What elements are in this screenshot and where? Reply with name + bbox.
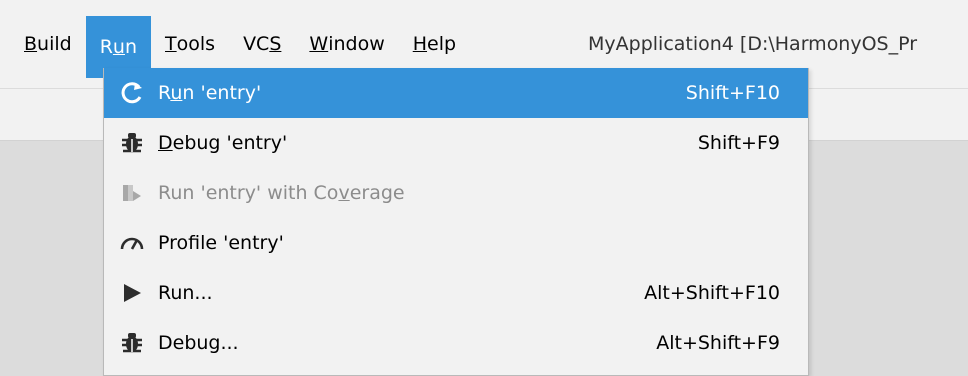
menu-run-pre: R xyxy=(99,36,113,58)
menu-item-profile-entry[interactable]: Profile 'entry' xyxy=(104,218,808,268)
menu-build[interactable]: Build xyxy=(10,14,86,74)
label-part: n 'entry' xyxy=(182,82,262,104)
menu-item-run-entry[interactable]: Run 'entry' Shift+F10 xyxy=(104,68,808,118)
menu-item-shortcut: Alt+Shift+F9 xyxy=(656,332,780,354)
bug-icon xyxy=(118,329,146,357)
menu-run-mnemonic: u xyxy=(112,36,125,58)
play-icon xyxy=(118,279,146,307)
menu-item-shortcut: Shift+F10 xyxy=(685,82,780,104)
label-part: ebug 'entry' xyxy=(172,132,288,154)
menu-item-label: Profile 'entry' xyxy=(158,232,284,254)
mnemonic-char: u xyxy=(170,82,183,104)
menu-item-shortcut: Alt+Shift+F10 xyxy=(644,282,780,304)
menu-vcs-pre: VC xyxy=(243,33,270,55)
menu-build-rest: uild xyxy=(37,33,72,55)
menu-item-label: Run 'entry' xyxy=(158,82,686,104)
menu-vcs-mnemonic: S xyxy=(269,33,282,55)
menu-window-rest: indow xyxy=(328,33,385,55)
coverage-icon xyxy=(118,179,146,207)
menu-vcs[interactable]: VC S xyxy=(229,14,295,74)
menu-item-debug-dialog[interactable]: Debug... Alt+Shift+F9 xyxy=(104,318,808,368)
menu-item-label: Run... xyxy=(158,282,213,304)
mnemonic-char: D xyxy=(158,132,173,154)
menu-item-label: Debug 'entry' xyxy=(158,132,698,154)
menu-window[interactable]: Window xyxy=(295,14,398,74)
label-part: Run 'entry' with Co xyxy=(158,182,339,204)
menu-item-debug-entry[interactable]: Debug 'entry' Shift+F9 xyxy=(104,118,808,168)
run-menu-dropdown: Run 'entry' Shift+F10 Debug 'entry' Shif… xyxy=(103,68,809,376)
menu-build-mnemonic: B xyxy=(24,33,38,55)
label-part: erage xyxy=(349,182,405,204)
gauge-icon xyxy=(118,229,146,257)
menu-tools-rest: ools xyxy=(176,33,216,55)
menu-tools-mnemonic: T xyxy=(165,33,177,55)
mnemonic-char: v xyxy=(338,182,350,204)
label-part: R xyxy=(158,82,171,104)
bug-icon xyxy=(118,129,146,157)
menu-help-mnemonic: H xyxy=(412,33,428,55)
menu-item-label: Debug... xyxy=(158,332,239,354)
menu-item-run-dialog[interactable]: Run... Alt+Shift+F10 xyxy=(104,268,808,318)
menu-run-rest: n xyxy=(124,36,138,58)
menu-help-rest: elp xyxy=(427,33,457,55)
menu-item-shortcut: Shift+F9 xyxy=(697,132,780,154)
menu-help[interactable]: Help xyxy=(399,14,470,74)
menu-item-label: Run 'entry' with Coverage xyxy=(158,182,780,204)
menu-tools[interactable]: Tools xyxy=(151,14,229,74)
menu-window-mnemonic: W xyxy=(309,33,329,55)
menu-item-run-with-coverage[interactable]: Run 'entry' with Coverage xyxy=(104,168,808,218)
rerun-icon xyxy=(118,79,146,107)
